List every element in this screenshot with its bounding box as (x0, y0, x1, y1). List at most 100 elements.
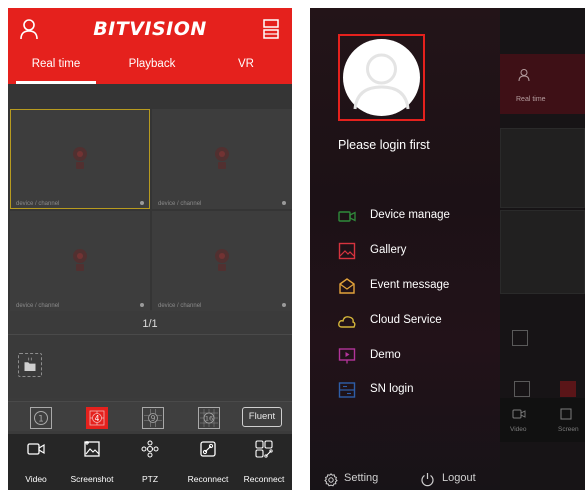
reconnect-label: Reconnect (187, 474, 229, 484)
screenshot-label: Screenshot (70, 474, 114, 484)
peek-layout-4-icon (560, 381, 576, 397)
edit-layout-icon[interactable] (262, 17, 280, 41)
setting-label: Setting (344, 472, 379, 484)
channel-label: device / channel (16, 201, 60, 207)
menu-item-gallery[interactable]: Gallery (338, 241, 498, 263)
channel-cell[interactable]: device / channel (10, 211, 150, 311)
power-icon (421, 473, 434, 487)
tab-bar: Real time Playback VR (8, 52, 292, 84)
camera-placeholder-icon (215, 147, 229, 169)
recordings-area (8, 334, 292, 398)
screenshot-icon (84, 441, 100, 457)
navigation-drawer: Please login first Device manage Gallery… (310, 8, 500, 490)
demo-icon (338, 348, 356, 364)
camera-placeholder-icon (73, 147, 87, 169)
channel-status-dot (140, 303, 144, 307)
layout-1-label: 1 (38, 415, 44, 425)
layout-16-button[interactable]: 16 (198, 407, 220, 429)
logout-label: Logout (442, 472, 476, 484)
layout-1-icon: 1 (34, 411, 48, 425)
menu-item-device-manage[interactable]: Device manage (338, 206, 498, 228)
layout-16-label: 16 (205, 415, 213, 423)
channel-cell[interactable]: device / channel (152, 211, 292, 311)
tab-playback[interactable]: Playback (104, 58, 200, 70)
avatar[interactable] (338, 34, 425, 121)
peek-channel-cell (500, 210, 585, 294)
peek-bottom-bar: Video Screen (500, 398, 585, 442)
peek-user-icon (518, 69, 530, 82)
ptz-label: PTZ (141, 474, 159, 484)
peek-screen-label: Screen (558, 426, 579, 433)
channel-label: device / channel (16, 303, 60, 309)
layout-4-label: 4 (95, 414, 100, 423)
peek-video-label: Video (510, 426, 527, 433)
peek-video-icon (512, 409, 526, 419)
layout-9-button[interactable]: 9 (142, 407, 164, 429)
layout-1-button[interactable]: 1 (30, 407, 52, 429)
channel-cell[interactable]: device / channel (10, 109, 150, 209)
reconnect-icon (200, 441, 216, 457)
peek-channel-cell (500, 128, 585, 208)
cloud-service-icon (338, 316, 356, 328)
page-indicator: 1/1 (142, 318, 158, 330)
menu-item-demo[interactable]: Demo (338, 346, 498, 368)
channel-status-dot (282, 201, 286, 205)
ptz-button[interactable]: PTZ (122, 434, 178, 490)
peek-layout-1-icon (514, 381, 530, 397)
default-avatar-icon (353, 53, 410, 110)
stream-quality-button[interactable]: Fluent (242, 407, 282, 427)
main-screen-peek: Real time Video Screen (500, 8, 585, 490)
screenshot-button[interactable]: Screenshot (64, 434, 120, 490)
camera-placeholder-icon (215, 249, 229, 271)
peek-tab-label: Real time (516, 96, 546, 103)
layout-4-button[interactable]: 4 (86, 407, 108, 429)
reconnect-all-label: Reconnect (243, 474, 285, 484)
channel-label: device / channel (158, 201, 202, 207)
menu-label-event-message: Event message (370, 279, 450, 291)
sn-login-icon (338, 382, 356, 398)
channel-cell[interactable]: device / channel (152, 109, 292, 209)
video-icon (27, 443, 45, 455)
gear-icon (324, 473, 338, 487)
menu-label-cloud-service: Cloud Service (370, 314, 442, 326)
layout-9-icon: 9 (144, 409, 162, 427)
menu-label-sn-login: SN login (370, 383, 414, 395)
menu-item-event-message[interactable]: Event message (338, 276, 498, 298)
tab-vr[interactable]: VR (200, 58, 292, 70)
channel-status-dot (282, 303, 286, 307)
channel-status-dot (140, 201, 144, 205)
bottom-action-bar: Video Screenshot PTZ Reconnect Reconnect (8, 434, 292, 490)
camera-placeholder-icon (73, 249, 87, 271)
device-manage-icon (338, 211, 356, 222)
login-prompt[interactable]: Please login first (338, 138, 430, 152)
ptz-icon (141, 440, 159, 458)
event-message-icon (339, 278, 355, 294)
menu-item-cloud-service[interactable]: Cloud Service (338, 311, 498, 333)
peek-header (500, 54, 585, 114)
channel-label: device / channel (158, 303, 202, 309)
side-menu-screen: Real time Video Screen Please login firs… (310, 8, 585, 490)
layout-9-label: 9 (151, 414, 156, 423)
video-label: Video (25, 474, 47, 484)
app-title: BITVISION (93, 18, 207, 40)
drawer-footer: Setting Logout (310, 464, 500, 490)
split-layout-bar: 1 4 9 16 Fluent (8, 401, 292, 431)
reconnect-all-button[interactable]: Reconnect (236, 434, 292, 490)
gallery-icon (338, 242, 356, 260)
peek-screenshot-icon (560, 408, 572, 420)
folder-icon[interactable] (18, 353, 42, 377)
menu-label-demo: Demo (370, 349, 401, 361)
menu-label-gallery: Gallery (370, 244, 407, 256)
peek-folder-icon (512, 330, 528, 346)
app-header: BITVISION (8, 8, 292, 52)
live-view-screen: BITVISION Real time Playback VR device /… (8, 8, 292, 490)
layout-16-icon: 16 (200, 409, 218, 427)
video-grid: device / channel device / channel device… (8, 84, 292, 311)
menu-item-sn-login[interactable]: SN login (338, 380, 498, 402)
tab-real-time[interactable]: Real time (8, 58, 104, 70)
reconnect-button[interactable]: Reconnect (180, 434, 236, 490)
reconnect-all-icon (255, 440, 273, 458)
video-button[interactable]: Video (8, 434, 64, 490)
avatar-circle (343, 39, 420, 116)
layout-4-icon: 4 (89, 410, 105, 426)
